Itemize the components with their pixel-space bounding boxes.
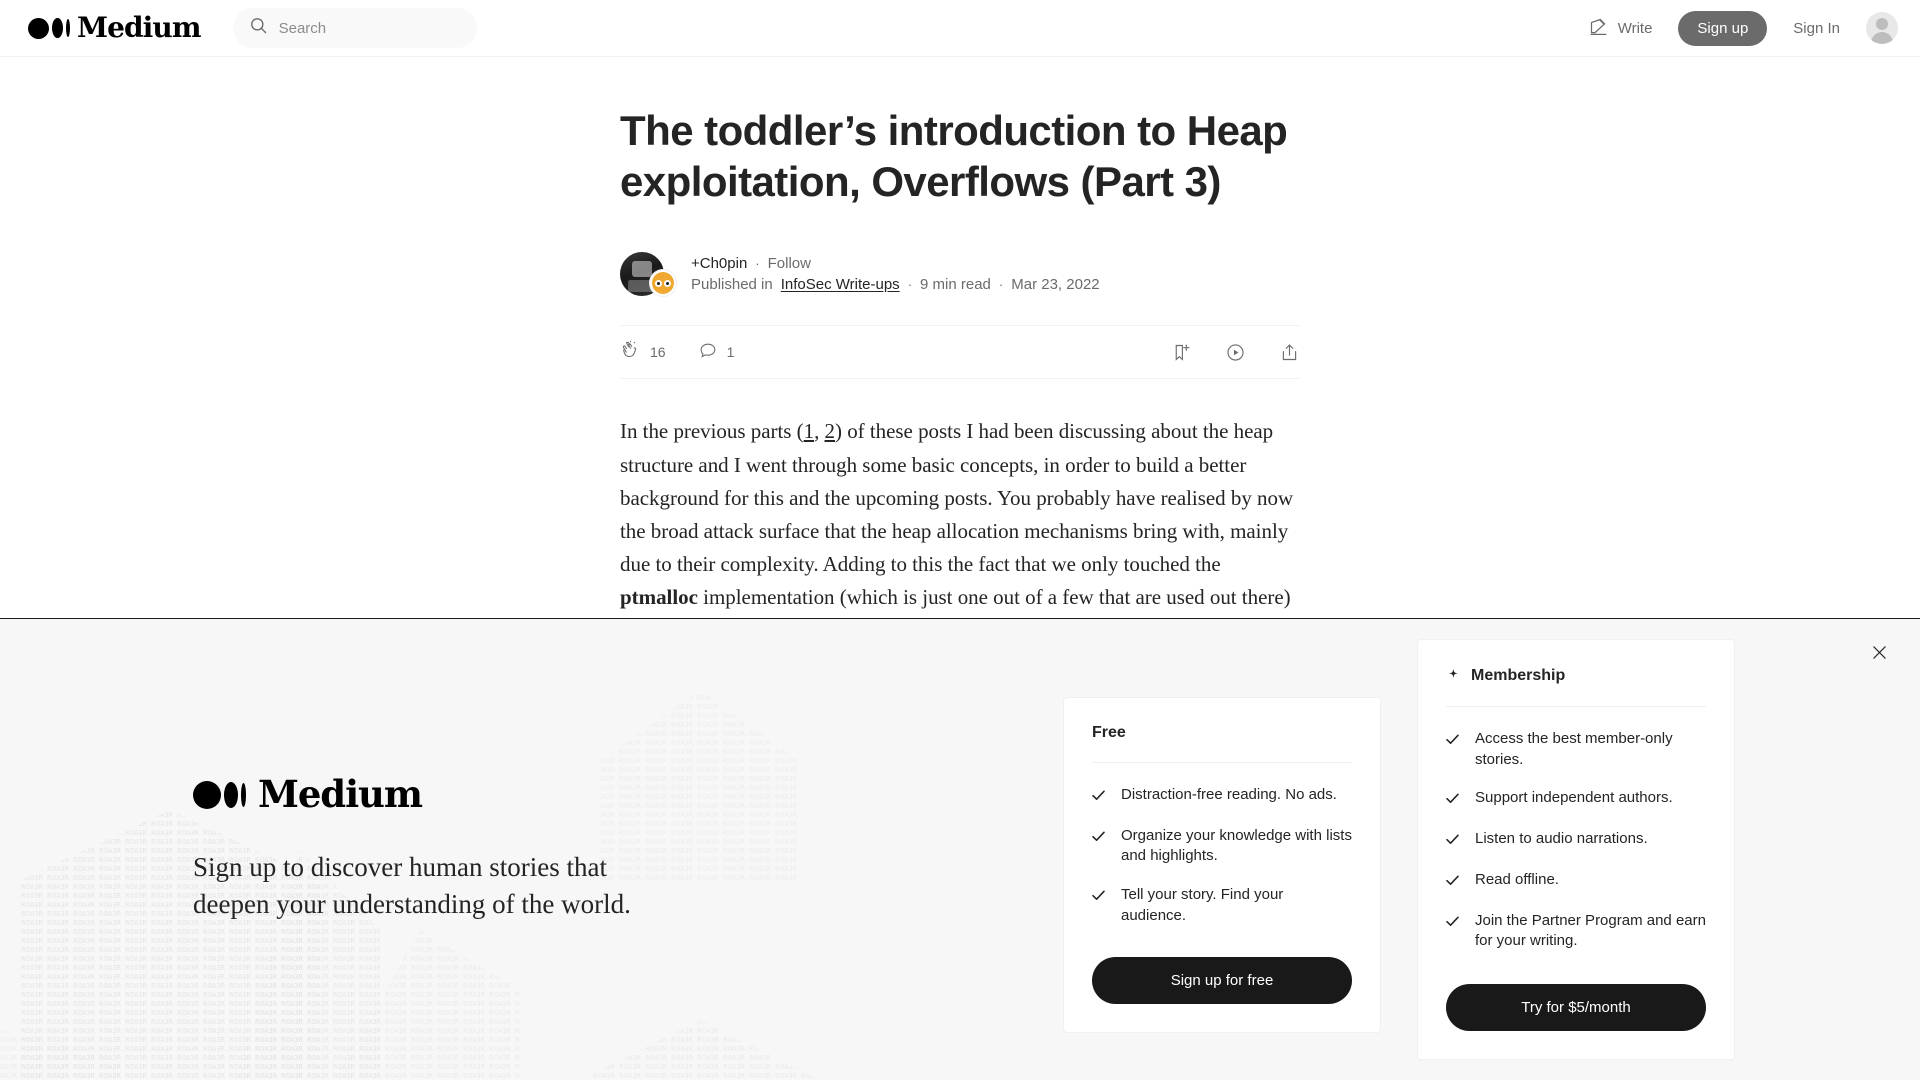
nav-actions: Write Sign up Sign In — [1588, 0, 1898, 56]
list-item: Read offline. — [1446, 870, 1706, 893]
list-item-label: Read offline. — [1475, 870, 1559, 888]
clap-icon — [620, 340, 641, 364]
engagement-toolbar: 16 1 — [620, 325, 1300, 380]
paragraph-comma: , — [814, 419, 825, 444]
list-item: Support independent authors. — [1446, 788, 1706, 811]
signup-button[interactable]: Sign up — [1678, 10, 1768, 46]
brand-wordmark: Medium — [77, 11, 202, 44]
published-in-label: Published in — [691, 276, 773, 294]
plan-cards: Free Distraction-free reading. No ads. O… — [1063, 639, 1735, 1060]
search-box[interactable] — [232, 8, 477, 48]
list-item: Tell your story. Find your audience. — [1092, 885, 1352, 926]
share-button[interactable] — [1279, 342, 1300, 363]
article-byline: +Ch0pin · Follow Published in InfoSec Wr… — [620, 252, 1300, 297]
article-title: The toddler’s introduction to Heap explo… — [620, 107, 1288, 206]
check-icon — [1092, 828, 1105, 849]
search-input[interactable] — [278, 19, 439, 37]
listen-play-button[interactable] — [1225, 342, 1246, 363]
list-item-label: Support independent authors. — [1475, 789, 1673, 807]
search-icon — [249, 16, 268, 40]
medium-logo-home-link[interactable]: Medium — [28, 0, 202, 56]
write-pencil-icon — [1588, 16, 1609, 41]
comment-button[interactable]: 1 — [698, 341, 735, 364]
signin-button[interactable]: Sign In — [1793, 20, 1840, 37]
clap-button[interactable]: 16 — [620, 340, 666, 364]
list-item-label: Access the best member-only stories. — [1475, 730, 1673, 768]
comment-icon — [698, 341, 718, 364]
byline-avatar-group[interactable] — [620, 252, 676, 297]
membership-feature-list: Access the best member-only stories. Sup… — [1446, 729, 1706, 952]
check-icon — [1092, 787, 1105, 808]
check-icon — [1446, 872, 1459, 893]
publication-link[interactable]: InfoSec Write-ups — [781, 276, 900, 293]
article-region: The toddler’s introduction to Heap explo… — [0, 57, 1920, 648]
list-item: Join the Partner Program and earn for yo… — [1446, 911, 1706, 952]
list-item-label: Distraction-free reading. No ads. — [1121, 786, 1337, 804]
comment-count: 1 — [726, 344, 735, 361]
signup-for-free-button[interactable]: Sign up for free — [1092, 956, 1352, 1004]
list-item: Distraction-free reading. No ads. — [1092, 785, 1352, 808]
free-card-title: Free — [1092, 724, 1126, 742]
author-name-link[interactable]: +Ch0pin — [691, 255, 747, 272]
list-item: Organize your knowledge with lists and h… — [1092, 826, 1352, 867]
byline-separator: · — [755, 256, 760, 272]
list-item-label: Tell your story. Find your audience. — [1121, 886, 1284, 924]
close-modal-button[interactable] — [1866, 639, 1892, 665]
bookmark-button[interactable] — [1171, 342, 1192, 363]
paragraph-segment-1: In the previous parts ( — [620, 419, 804, 444]
medium-logo-icon — [28, 17, 70, 39]
medium-article-page: Medium Write Sign up Sign In — [0, 0, 1920, 1080]
check-icon — [1446, 790, 1459, 811]
part-2-link[interactable]: 2 — [825, 419, 836, 443]
try-membership-button[interactable]: Try for $5/month — [1446, 983, 1706, 1031]
signup-promo-modal: OA3R RE Medium Sign — [0, 618, 1920, 1080]
list-item: Listen to audio narrations. — [1446, 829, 1706, 852]
follow-button[interactable]: Follow — [768, 255, 811, 272]
promo-text-block: Medium Sign up to discover human stories… — [185, 776, 655, 922]
write-label: Write — [1617, 19, 1653, 37]
publication-badge-owl-icon[interactable] — [650, 270, 676, 297]
modal-headline: Sign up to discover human stories that d… — [193, 852, 631, 919]
top-navigation-bar: Medium Write Sign up Sign In — [0, 0, 1920, 57]
write-button[interactable]: Write — [1588, 16, 1653, 41]
byline-separator-2: · — [907, 277, 913, 293]
part-1-link[interactable]: 1 — [804, 419, 815, 443]
membership-card-title: Membership — [1471, 667, 1566, 685]
user-avatar[interactable] — [1866, 12, 1898, 44]
sparkle-icon — [1446, 666, 1461, 686]
publish-date: Mar 23, 2022 — [1011, 276, 1100, 294]
free-card-divider — [1092, 762, 1352, 764]
check-icon — [1092, 887, 1105, 908]
free-feature-list: Distraction-free reading. No ads. Organi… — [1092, 785, 1352, 926]
list-item: Access the best member-only stories. — [1446, 729, 1706, 770]
read-time: 9 min read — [920, 276, 991, 294]
check-icon — [1446, 913, 1459, 934]
byline-separator-3: · — [998, 277, 1004, 293]
list-item-label: Listen to audio narrations. — [1475, 830, 1648, 848]
modal-medium-logo: Medium — [193, 776, 655, 813]
modal-brand-wordmark: Medium — [258, 772, 423, 817]
check-icon — [1446, 831, 1459, 852]
membership-plan-card: Membership Access the best member-only s… — [1417, 639, 1735, 1060]
membership-card-divider — [1446, 706, 1706, 708]
check-icon — [1446, 731, 1459, 752]
clap-count: 16 — [650, 344, 666, 361]
membership-card-title-row: Membership — [1446, 666, 1706, 686]
ptmalloc-bold-term: ptmalloc — [620, 585, 698, 610]
list-item-label: Join the Partner Program and earn for yo… — [1475, 911, 1706, 950]
free-plan-card: Free Distraction-free reading. No ads. O… — [1063, 697, 1381, 1033]
article-paragraph: In the previous parts (1, 2) of these po… — [620, 415, 1300, 647]
list-item-label: Organize your knowledge with lists and h… — [1121, 826, 1352, 865]
